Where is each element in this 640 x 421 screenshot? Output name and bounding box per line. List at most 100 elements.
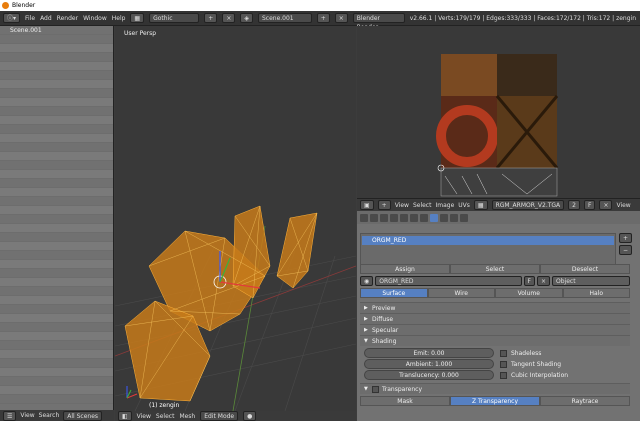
editor-type-3dview-icon[interactable]: ◧ [118, 411, 132, 421]
outliner-row [0, 197, 113, 206]
image-select-menu[interactable]: Select [413, 202, 432, 209]
tab-z-transparency[interactable]: Z Transparency [450, 396, 540, 406]
viewport-shading-icon[interactable]: ● [243, 411, 257, 421]
remove-slot-button[interactable]: − [619, 245, 633, 255]
tab-mask[interactable]: Mask [360, 396, 450, 406]
menu-file[interactable]: File [25, 11, 35, 26]
menu-window[interactable]: Window [83, 11, 107, 26]
outliner-filter-select[interactable]: All Scenes [63, 410, 103, 421]
render-engine-select[interactable]: Blender Render [352, 13, 405, 31]
menu-help[interactable]: Help [112, 11, 126, 26]
add-slot-button[interactable]: + [619, 233, 633, 243]
screen-layout-icon[interactable]: ▦ [130, 13, 145, 23]
tab-raytrace[interactable]: Raytrace [540, 396, 630, 406]
select-button[interactable]: Select [450, 264, 540, 274]
menu-render[interactable]: Render [57, 11, 78, 26]
mode-select[interactable]: Edit Mode [200, 411, 239, 421]
panel-preview[interactable]: Preview [360, 302, 630, 314]
outliner[interactable]: Scene.001 [0, 26, 114, 421]
render-tab-icon[interactable] [360, 213, 368, 222]
outliner-row [0, 305, 113, 314]
material-link-select[interactable]: Object [552, 276, 630, 286]
constraints-tab-icon[interactable] [400, 213, 408, 222]
tab-wire[interactable]: Wire [427, 288, 495, 298]
scene-field[interactable]: Scene.001 [257, 13, 312, 23]
viewport-select-menu[interactable]: Select [156, 413, 175, 420]
uv-island[interactable] [440, 167, 558, 197]
hide-menus-icon[interactable]: + [377, 200, 391, 210]
outliner-row [0, 377, 113, 386]
3d-viewport[interactable]: User Persp (1) zengin [115, 26, 356, 411]
material-unlink-button[interactable]: × [536, 276, 550, 286]
translucency-field[interactable]: Translucency: 0.000 [364, 370, 494, 380]
delete-screen-button[interactable]: × [222, 13, 236, 23]
assign-button[interactable]: Assign [360, 264, 450, 274]
viewport-view-menu[interactable]: View [137, 413, 151, 420]
transparency-checkbox[interactable] [372, 386, 379, 393]
data-tab-icon[interactable] [420, 213, 428, 222]
shadeless-checkbox[interactable]: Shadeless [500, 348, 568, 359]
editor-type-image-icon[interactable]: ▣ [360, 200, 374, 210]
viewport-mesh-menu[interactable]: Mesh [179, 413, 195, 420]
material-slot-label: ORGM_RED [372, 237, 407, 244]
shading-panel-body: Emit: 0.00 Ambient: 1.000 Translucency: … [360, 346, 630, 383]
add-screen-button[interactable]: + [204, 13, 218, 23]
panel-diffuse[interactable]: Diffuse [360, 313, 630, 325]
tab-halo[interactable]: Halo [562, 288, 630, 298]
image-uvs-menu[interactable]: UVs [458, 202, 470, 209]
object-tab-icon[interactable] [390, 213, 398, 222]
panel-specular[interactable]: Specular [360, 324, 630, 336]
tab-volume[interactable]: Volume [495, 288, 563, 298]
outliner-row [0, 44, 113, 53]
panel-shading[interactable]: Shading [360, 335, 630, 347]
world-tab-icon[interactable] [380, 213, 388, 222]
image-fake-user-button[interactable]: F [583, 200, 596, 210]
material-browse-icon[interactable]: ◉ [360, 276, 374, 286]
image-view2-menu[interactable]: View [616, 202, 630, 209]
texture-tab-icon[interactable] [440, 213, 448, 222]
material-name-field[interactable]: ORGM_RED [375, 276, 522, 286]
tangent-shading-checkbox[interactable]: Tangent Shading [500, 359, 568, 370]
checkbox-box[interactable] [500, 361, 507, 368]
screen-layout-field[interactable]: Gothic [149, 13, 200, 23]
image-unlink-button[interactable]: × [599, 200, 613, 210]
emit-field[interactable]: Emit: 0.00 [364, 348, 494, 358]
properties-context-tabs [357, 211, 640, 224]
editor-type-info-icon[interactable]: ⓘ▾ [3, 13, 21, 23]
material-tab-icon[interactable] [430, 213, 438, 222]
scene-stats: v2.66.1 | Verts:179/179 | Edges:333/333 … [409, 14, 636, 22]
image-image-menu[interactable]: Image [435, 202, 454, 209]
viewport-scene[interactable] [115, 26, 356, 411]
outliner-row [0, 215, 113, 224]
material-slot-item[interactable]: ORGM_RED [362, 236, 614, 245]
editor-type-outliner-icon[interactable]: ☰ [3, 410, 17, 421]
outliner-row [0, 89, 113, 98]
mesh-object[interactable] [124, 205, 318, 402]
add-scene-button[interactable]: + [316, 13, 330, 23]
uv-canvas[interactable] [357, 26, 640, 198]
menu-add[interactable]: Add [40, 11, 52, 26]
deselect-button[interactable]: Deselect [540, 264, 630, 274]
scene-tab-icon[interactable] [370, 213, 378, 222]
physics-tab-icon[interactable] [460, 213, 468, 222]
outliner-search-menu[interactable]: Search [39, 412, 60, 419]
panel-transparency[interactable]: Transparency [360, 383, 630, 395]
image-view-menu[interactable]: View [395, 202, 409, 209]
uv-image-editor[interactable] [357, 26, 640, 198]
image-users-count[interactable]: 2 [568, 200, 580, 210]
scene-icon[interactable]: ◈ [240, 13, 253, 23]
cubic-interpolation-checkbox[interactable]: Cubic Interpolation [500, 370, 568, 381]
material-slot-list[interactable]: ORGM_RED [360, 233, 616, 267]
tab-surface[interactable]: Surface [360, 288, 428, 298]
image-browse-icon[interactable]: ▦ [473, 200, 488, 210]
image-name-field[interactable]: RGM_ARMOR_V2.TGA [491, 200, 565, 210]
delete-scene-button[interactable]: × [334, 13, 348, 23]
material-fake-user-button[interactable]: F [523, 276, 535, 286]
outliner-scene-item[interactable]: Scene.001 [0, 26, 113, 35]
checkbox-box[interactable] [500, 372, 507, 379]
modifiers-tab-icon[interactable] [410, 213, 418, 222]
particles-tab-icon[interactable] [450, 213, 458, 222]
outliner-view-menu[interactable]: View [20, 412, 34, 419]
checkbox-box[interactable] [500, 350, 507, 357]
ambient-field[interactable]: Ambient: 1.000 [364, 359, 494, 369]
